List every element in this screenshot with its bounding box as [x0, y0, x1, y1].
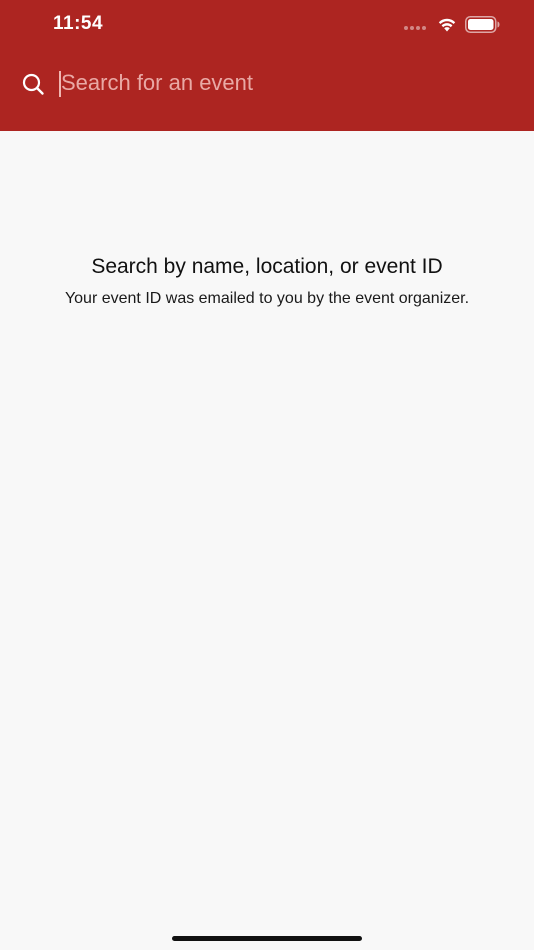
empty-state: Search by name, location, or event ID Yo… — [60, 254, 474, 309]
search-bar — [0, 58, 534, 108]
empty-state-subtitle: Your event ID was emailed to you by the … — [64, 290, 470, 307]
wifi-icon — [438, 18, 456, 32]
status-bar: 11:54 — [0, 0, 534, 50]
status-time: 11:54 — [53, 13, 104, 34]
search-icon[interactable] — [21, 72, 45, 96]
battery-icon — [465, 16, 500, 33]
cellular-signal-icon — [404, 26, 426, 30]
empty-state-title: Search by name, location, or event ID — [91, 255, 443, 278]
search-input[interactable] — [58, 64, 501, 102]
home-indicator[interactable] — [172, 936, 362, 941]
app-header: 11:54 — [0, 0, 534, 131]
text-cursor — [59, 71, 61, 97]
